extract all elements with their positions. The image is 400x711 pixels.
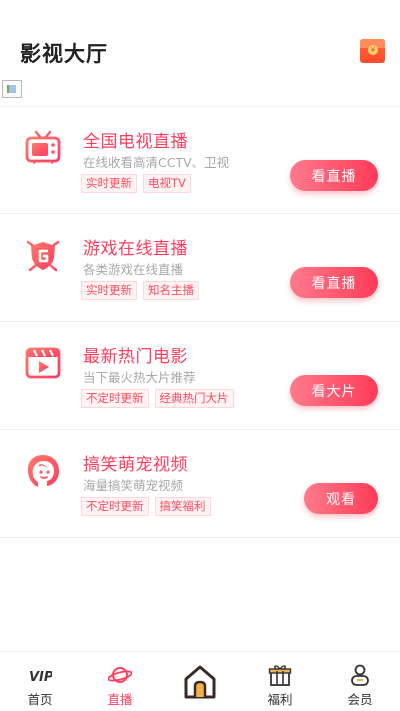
tab-label: 直播 <box>107 692 133 707</box>
app-header: 影视大厅 ¥ <box>0 0 400 76</box>
tab-label: 会员 <box>347 692 373 707</box>
card-title: 游戏在线直播 <box>83 239 188 259</box>
broken-image-icon <box>2 80 22 98</box>
tab-member[interactable]: 会员 <box>320 652 400 711</box>
tag: 经典热门大片 <box>154 389 234 408</box>
tag: 搞笑福利 <box>154 497 211 516</box>
card-title: 全国电视直播 <box>83 132 188 152</box>
tag: 不定时更新 <box>81 389 149 408</box>
list-item-game-live[interactable]: 游戏在线直播 各类游戏在线直播 实时更新 知名主播 看直播 <box>0 214 400 322</box>
tag: 不定时更新 <box>81 497 149 516</box>
tag-list: 实时更新 知名主播 <box>81 281 199 300</box>
watch-live-button[interactable]: 看直播 <box>290 267 378 298</box>
tab-label: 福利 <box>267 692 293 707</box>
channel-list: 全国电视直播 在线收看高清CCTV、卫视 实时更新 电视TV 看直播 游戏在线直… <box>0 106 400 538</box>
card-title: 搞笑萌宠视频 <box>83 455 188 475</box>
red-packet-coin: ¥ <box>368 45 378 55</box>
tag-list: 实时更新 电视TV <box>81 174 191 193</box>
tab-live[interactable]: 直播 <box>80 652 160 711</box>
svg-text:VIP: VIP <box>29 670 52 685</box>
tag: 知名主播 <box>143 281 199 300</box>
tag: 实时更新 <box>81 281 137 300</box>
watch-live-button[interactable]: 看直播 <box>290 160 378 191</box>
card-subtitle: 在线收看高清CCTV、卫视 <box>83 155 230 170</box>
film-clapper-icon <box>25 347 61 379</box>
tab-welfare[interactable]: 福利 <box>240 652 320 711</box>
watch-button[interactable]: 观看 <box>304 483 378 514</box>
planet-icon <box>108 667 132 683</box>
list-item-tv-live[interactable]: 全国电视直播 在线收看高清CCTV、卫视 实时更新 电视TV 看直播 <box>0 106 400 214</box>
card-subtitle: 当下最火热大片推荐 <box>83 370 196 385</box>
tab-label: 首页 <box>27 692 53 707</box>
card-subtitle: 各类游戏在线直播 <box>83 262 184 277</box>
tab-home[interactable]: VIP 首页 <box>0 652 80 711</box>
gift-icon <box>268 665 292 686</box>
home-icon[interactable] <box>180 662 220 702</box>
card-title: 最新热门电影 <box>83 347 188 367</box>
list-item-funny-pets[interactable]: 搞笑萌宠视频 海量搞笑萌宠视频 不定时更新 搞笑福利 观看 <box>0 430 400 538</box>
user-icon <box>351 664 369 686</box>
tv-icon <box>25 130 61 165</box>
watch-movies-button[interactable]: 看大片 <box>290 375 378 406</box>
list-item-hot-movies[interactable]: 最新热门电影 当下最火热大片推荐 不定时更新 经典热门大片 看大片 <box>0 322 400 430</box>
tag-list: 不定时更新 经典热门大片 <box>81 389 234 408</box>
page-title: 影视大厅 <box>20 42 108 66</box>
woman-face-icon <box>27 455 59 487</box>
game-shield-icon <box>26 240 60 272</box>
tag-list: 不定时更新 搞笑福利 <box>81 497 211 516</box>
tag: 电视TV <box>143 174 191 193</box>
red-packet-icon[interactable]: ¥ <box>360 39 385 63</box>
card-subtitle: 海量搞笑萌宠视频 <box>83 478 184 493</box>
vip-icon: VIP <box>29 670 52 685</box>
tag: 实时更新 <box>81 174 137 193</box>
